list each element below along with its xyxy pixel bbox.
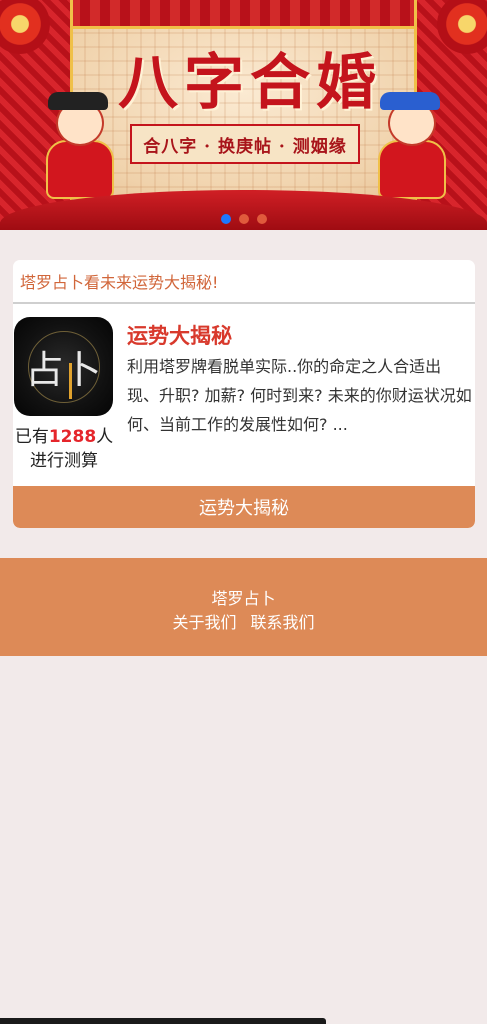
groom-figure-icon [38,92,118,199]
footer-links: 关于我们 联系我们 [0,609,487,633]
banner-subtitle: 合八字 · 换庚帖 · 测姻缘 [143,136,347,157]
count-line2: 进行测算 [30,451,98,471]
tarot-app-icon[interactable]: 占卜 [14,317,113,416]
card-description: 利用塔罗牌看脱单实际..你的命定之人合适出现、升职? 加薪? 何时到来? 未来的… [127,357,472,434]
count-prefix: 已有 [14,427,49,447]
carousel-dot[interactable] [238,214,249,224]
carousel-dot-active[interactable] [220,214,231,224]
system-bottom-bar [0,1018,326,1024]
about-us-link[interactable]: 关于我们 [172,609,236,633]
tarot-card[interactable]: 塔罗占卜看未来运势大揭秘! 占卜 已有1288人 进行测算 运势大揭秘 利用塔罗… [13,260,475,528]
banner-title: 八字合婚 [118,48,382,118]
card-header[interactable]: 塔罗占卜看未来运势大揭秘! [13,260,475,304]
banner-subtitle-box: 合八字 · 换庚帖 · 测姻缘 [130,124,360,164]
carousel-dot[interactable] [256,214,267,224]
carousel-indicator[interactable] [0,214,487,224]
bride-figure-icon [370,92,450,199]
contact-us-link[interactable]: 联系我们 [251,609,315,633]
footer-brand: 塔罗占卜 [211,589,276,608]
usage-count: 已有1288人 进行测算 [13,425,115,473]
banner-carousel[interactable]: 八字合婚 合八字 · 换庚帖 · 测姻缘 [0,0,487,230]
fortune-reveal-button[interactable]: 运势大揭秘 [13,486,475,528]
icon-glyph: 占卜 [25,348,102,392]
card-title[interactable]: 运势大揭秘 [127,320,232,350]
count-number: 1288 [48,427,97,447]
count-suffix: 人 [96,427,114,447]
footer: 塔罗占卜 关于我们 联系我们 [0,558,487,656]
